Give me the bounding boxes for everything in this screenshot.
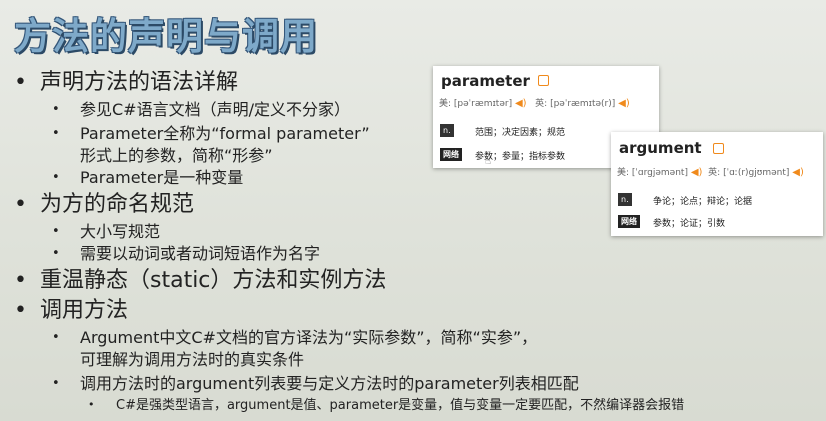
bullet-dot: • bbox=[88, 398, 95, 411]
hand-cursor-icon: ☝ bbox=[485, 156, 492, 167]
bullet-dot: • bbox=[52, 330, 60, 345]
net-definition: 参数；论证；引数 bbox=[653, 219, 726, 229]
pos-definition: 范围；决定因素；规范 bbox=[475, 128, 566, 138]
dict-card-argument: argument 美: [ˈɑrgjəmənt] ◀) 英: [ˈɑː(r)gj… bbox=[611, 132, 823, 236]
pos-definition: 争论；论点；辩论；论据 bbox=[653, 197, 753, 207]
dict-word: argument bbox=[619, 139, 702, 157]
sub-bullet-argument-match: • 调用方法时的argument列表要与定义方法时的parameter列表相匹配 bbox=[52, 374, 579, 393]
bullet-dot: • bbox=[14, 298, 27, 323]
bullet-dot: • bbox=[52, 376, 60, 391]
bullet-static-instance: • 重温静态（static）方法和实例方法 bbox=[14, 268, 387, 293]
sub-bullet-argument-translation: • Argument中文C#文档的官方译法为“实际参数”，简称“实参”， bbox=[52, 328, 538, 347]
sub-bullet-parameter-variable: • Parameter是一种变量 bbox=[52, 168, 244, 187]
bullet-dot: • bbox=[52, 224, 60, 239]
sub-bullet-docs: • 参见C#语言文档（声明/定义不分家） bbox=[52, 100, 350, 119]
bullet-dot: • bbox=[52, 170, 60, 185]
pronunciation-row: 美: [ˈɑrgjəmənt] ◀) 英: [ˈɑː(r)gjʊmənt] ◀) bbox=[617, 167, 804, 178]
bullet-dot: • bbox=[52, 246, 60, 261]
bullet-dot: • bbox=[52, 102, 60, 117]
net-tag: 网络 bbox=[618, 215, 640, 228]
dict-word: parameter bbox=[441, 72, 530, 90]
sub-bullet-formal-parameter: • Parameter全称为“formal parameter” bbox=[52, 124, 370, 143]
speaker-icon[interactable]: ◀) bbox=[515, 98, 527, 109]
sub-sub-bullet-strong-typing: • C#是强类型语言，argument是值、parameter是变量，值与变量一定… bbox=[88, 398, 685, 413]
sub-bullet-case: • 大小写规范 bbox=[52, 222, 161, 241]
sub-bullet-argument-translation-cont: 可理解为调用方法时的真实条件 bbox=[80, 350, 305, 369]
bullet-dot: • bbox=[14, 70, 27, 95]
slide-title: 方法的声明与调用 bbox=[14, 15, 318, 58]
speaker-icon[interactable]: ◀) bbox=[618, 98, 630, 109]
pronunciation-row: 美: [pəˈræmɪtər] ◀) 英: [pəˈræmɪtə(r)] ◀) bbox=[439, 98, 630, 109]
bullet-dot: • bbox=[14, 192, 27, 217]
bullet-dot: • bbox=[52, 126, 60, 141]
edit-icon[interactable] bbox=[538, 75, 549, 86]
pos-tag: n. bbox=[618, 193, 632, 206]
bullet-naming-convention: • 为方的命名规范 bbox=[14, 192, 195, 217]
edit-icon[interactable] bbox=[713, 143, 724, 154]
bullet-call-method: • 调用方法 bbox=[14, 298, 129, 323]
speaker-icon[interactable]: ◀) bbox=[691, 167, 703, 178]
sub-bullet-formal-parameter-cont: 形式上的参数，简称“形参” bbox=[80, 146, 273, 165]
pos-tag: n. bbox=[440, 124, 454, 137]
net-tag: 网络 bbox=[440, 148, 462, 161]
bullet-declare-syntax: • 声明方法的语法详解 bbox=[14, 70, 239, 95]
sub-bullet-verb-name: • 需要以动词或者动词短语作为名字 bbox=[52, 244, 321, 263]
bullet-dot: • bbox=[14, 268, 27, 293]
speaker-icon[interactable]: ◀) bbox=[792, 167, 804, 178]
